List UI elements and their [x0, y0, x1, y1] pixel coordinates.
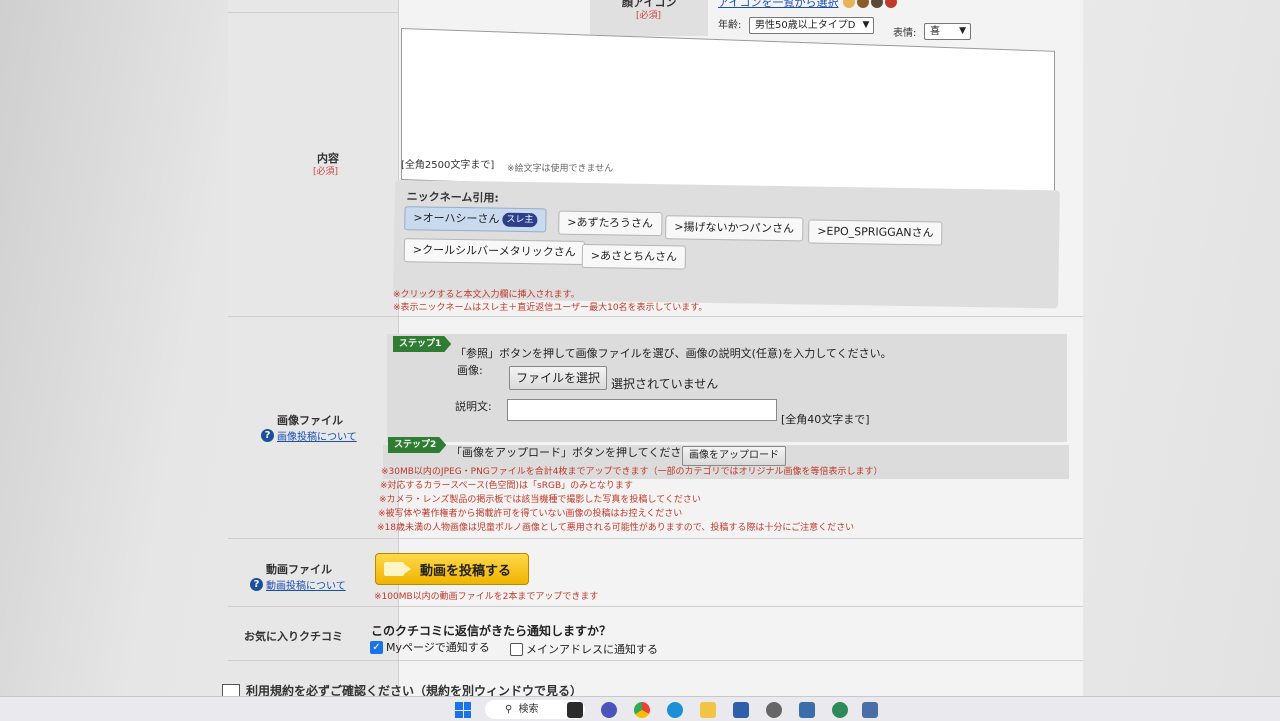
image-note: ※カメラ・レンズ製品の掲示板では該当機種で撮影した写真を投稿してください [379, 495, 701, 505]
windows-logo-tile [455, 702, 463, 710]
step1-badge: ステップ1 [393, 336, 452, 352]
divider [228, 606, 1083, 607]
image-note: ※18歳未満の人物画像は児童ポルノ画像として悪用される可能性がありますので、投稿… [377, 523, 855, 533]
face-icon[interactable] [857, 0, 870, 8]
description-limit: [全角40文字まで] [781, 413, 870, 426]
edge-icon[interactable] [667, 702, 683, 718]
nickname-chip-label: >あずたろうさん [567, 215, 654, 231]
video-camera-icon [384, 562, 411, 576]
age-label: 年齢: [718, 20, 742, 31]
face-icon-cell: 顔アイコン [必須] [590, 0, 708, 36]
taskbar-search-label: 検索 [518, 704, 539, 715]
image-label: 画像ファイル [277, 414, 343, 427]
nickname-chip-label: >オーハシーさん [413, 211, 500, 226]
nickname-chip-label: >EPO_SPRIGGANさん [817, 224, 934, 240]
video-help-text[interactable]: 動画投稿について [266, 577, 346, 592]
required-mark: [必須] [313, 167, 339, 177]
favorite-label: お気に入りクチコミ [244, 630, 343, 643]
video-note: ※100MB以内の動画ファイルを2本までアップできます [374, 592, 599, 602]
chevron-down-icon: ▼ [959, 26, 966, 36]
divider [228, 538, 1083, 539]
teams-chat-icon[interactable] [601, 702, 617, 718]
nickname-note: ※表示ニックネームはスレ主＋直近返信ユーザー最大10名を表示しています。 [393, 303, 708, 313]
nickname-chip[interactable]: >揚げないかつパンさん [665, 215, 804, 242]
step1-text: 「参照」ボタンを押して画像ファイルを選び、画像の説明文(任意)を入力してください… [455, 347, 892, 360]
help-icon: ? [250, 578, 263, 591]
image-help-text[interactable]: 画像投稿について [277, 428, 357, 443]
nickname-chip[interactable]: >オーハシーさん スレ主 [404, 206, 547, 233]
store-icon[interactable] [733, 702, 749, 718]
image-note: ※対応するカラースペース(色空間)は「sRGB」のみとなります [380, 481, 633, 491]
emoji-note: ※絵文字は使用できません [507, 164, 614, 174]
age-select[interactable]: 男性50歳以上タイプD ▼ [749, 17, 875, 34]
expression-select-value: 喜 [930, 26, 940, 37]
face-icon[interactable] [843, 0, 856, 8]
upload-image-button[interactable]: 画像をアップロード [682, 446, 786, 466]
description-label: 説明文: [455, 400, 492, 413]
thread-owner-badge: スレ主 [502, 212, 538, 228]
nickname-chip[interactable]: >EPO_SPRIGGANさん [808, 219, 943, 246]
video-help-link[interactable]: ? 動画投稿について [250, 577, 346, 592]
step2-text: 「画像をアップロード」ボタンを押してください。 [451, 446, 704, 459]
help-icon: ? [261, 429, 274, 442]
app-icon[interactable] [799, 702, 815, 718]
nickname-chip-label: >揚げないかつパンさん [674, 220, 795, 236]
divider [228, 660, 1083, 661]
icon-list-link-text[interactable]: アイコンを一覧から選択 [718, 0, 838, 10]
age-select-value: 男性50歳以上タイプD [755, 20, 856, 31]
search-icon: ⚲ [505, 704, 513, 715]
required-mark: [必須] [636, 11, 662, 21]
nickname-chip[interactable]: >あさとちんさん [581, 243, 687, 270]
nickname-title: ニックネーム引用: [406, 190, 499, 205]
chevron-down-icon: ▼ [862, 20, 870, 30]
notify-mypage-label[interactable]: Myページで通知する [386, 639, 490, 655]
content-textarea[interactable] [401, 28, 1055, 203]
windows-logo-tile [463, 710, 471, 718]
image-field-label: 画像: [457, 364, 483, 377]
expression-select[interactable]: 喜 ▼ [924, 23, 971, 40]
notify-email-label[interactable]: メインアドレスに通知する [526, 641, 658, 657]
nickname-chip-label: >クールシルバーメタリックさん [412, 243, 576, 259]
step2-badge: ステップ2 [388, 437, 447, 453]
browser-page: 顔アイコン [必須] アイコンを一覧から選択 年齢: 男性50歳以上タイプD ▼… [0, 0, 1280, 720]
icon-list-link[interactable]: アイコンを一覧から選択 [718, 0, 898, 10]
app-icon[interactable] [832, 702, 848, 718]
video-label: 動画ファイル [266, 563, 332, 576]
nickname-chip-label: >あさとちんさん [590, 249, 678, 264]
folder-icon[interactable] [700, 702, 716, 718]
face-icon[interactable] [871, 0, 884, 8]
chrome-icon[interactable] [634, 702, 650, 718]
notify-email-checkbox[interactable] [510, 643, 523, 656]
post-video-label: 動画を投稿する [420, 563, 512, 579]
content-limit: [全角2500文字まで] [401, 160, 495, 171]
post-video-button[interactable]: 動画を投稿する [375, 553, 529, 585]
file-status: 選択されていません [611, 377, 719, 391]
label-column [228, 0, 398, 705]
app-icon[interactable] [862, 702, 878, 718]
notify-question: このクチコミに返信がきたら通知しますか？ [371, 624, 612, 638]
windows-logo-tile [455, 710, 463, 718]
nickname-chip[interactable]: >クールシルバーメタリックさん [403, 238, 585, 265]
settings-gear-icon[interactable] [766, 702, 782, 718]
expression-label: 表情: [893, 28, 917, 39]
face-icons [843, 0, 898, 8]
nickname-note: ※クリックすると本文入力欄に挿入されます。 [393, 290, 580, 300]
image-help-link[interactable]: ? 画像投稿について [261, 428, 357, 443]
windows-logo-tile [463, 702, 471, 710]
image-note: ※30MB以内のJPEG・PNGファイルを合計4枚までアップできます（一部のカテ… [381, 467, 883, 477]
face-icon[interactable] [885, 0, 898, 8]
task-view-icon[interactable] [567, 702, 583, 718]
divider [228, 12, 398, 13]
choose-file-button[interactable]: ファイルを選択 [509, 366, 608, 390]
notify-mypage-checkbox[interactable]: ✓ [370, 641, 383, 654]
divider [228, 316, 1083, 317]
taskbar: ⚲ 検索 [0, 696, 1280, 721]
windows-start-icon[interactable] [455, 702, 471, 718]
image-note: ※被写体や著作権者から掲載許可を得ていない画像の投稿はお控えください [378, 509, 683, 519]
description-input[interactable] [507, 399, 777, 421]
nickname-chip[interactable]: >あずたろうさん [558, 210, 663, 237]
